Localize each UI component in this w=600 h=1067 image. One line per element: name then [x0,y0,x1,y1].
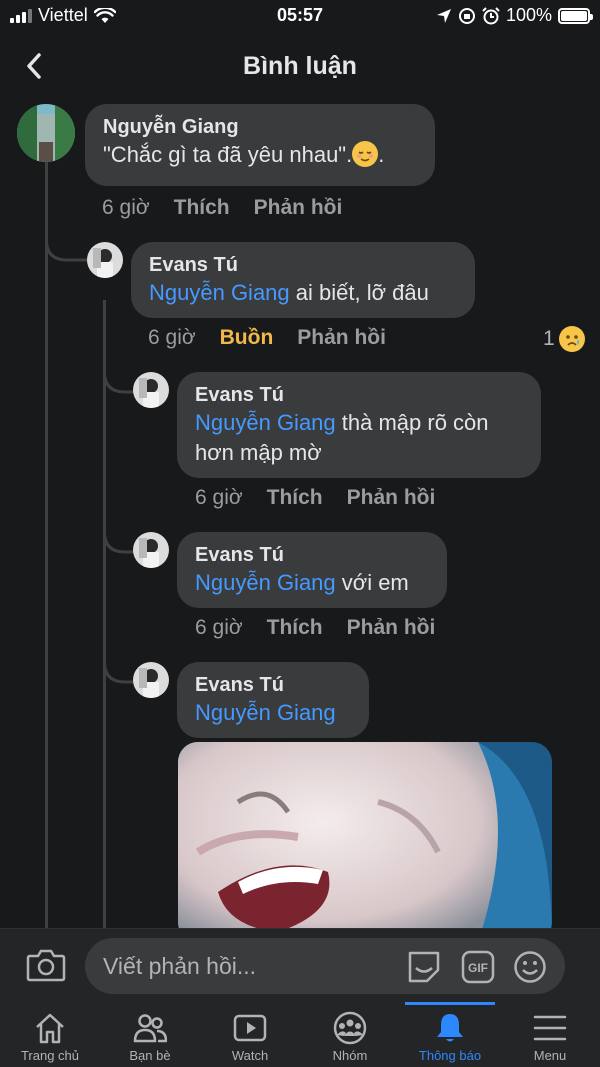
comment-text-line2: hơn mập mờ [195,440,322,465]
tab-label: Menu [533,1048,567,1063]
comment-actions: 6 giờ Thích Phản hồi [102,196,342,220]
battery-percent: 100% [505,5,552,25]
tab-friends[interactable]: Bạn bè [100,1002,200,1067]
comment-image[interactable] [178,742,552,928]
comment-author[interactable]: Evans Tú [195,382,523,408]
avatar[interactable] [17,104,75,162]
thread-connector [45,230,90,262]
comment-text: Nguyễn Giang ai biết, lỡ đâu [149,280,429,305]
gif-icon: GIF [461,950,495,984]
avatar[interactable] [133,532,169,568]
comment-time[interactable]: 6 giờ [102,196,150,220]
watch-icon [233,1014,267,1042]
tab-label: Thông báo [418,1048,482,1063]
tab-home[interactable]: Trang chủ [0,1002,100,1067]
bottom-tab-bar: Trang chủ Bạn bè Watch Nhóm Thông báo Me… [0,1002,600,1067]
tab-menu[interactable]: Menu [500,1002,600,1067]
groups-icon [333,1011,367,1045]
comment-author[interactable]: Evans Tú [195,672,351,698]
reply-button[interactable]: Phản hồi [347,486,436,510]
sticker-button[interactable] [407,950,441,984]
comments-list[interactable]: Nguyễn Giang "Chắc gì ta đã yêu nhau".. … [0,100,600,928]
reply-button[interactable]: Phản hồi [254,196,343,220]
avatar[interactable] [87,242,123,278]
tab-label: Bạn bè [129,1048,171,1063]
comment-author[interactable]: Nguyễn Giang [103,114,417,140]
smiley-icon [514,951,546,983]
bell-icon [437,1014,463,1042]
comment-actions: 6 giờ Thích Phản hồi [195,616,435,640]
comment-text: Nguyễn Giang với em [195,570,409,595]
tab-label: Nhóm [332,1048,368,1063]
reaction-summary[interactable]: 1 [543,326,585,352]
tab-label: Trang chủ [20,1048,80,1063]
comment-bubble[interactable]: Evans Tú Nguyễn Giang [177,662,369,738]
status-right: 100% [436,5,593,26]
page-title: Bình luận [243,52,357,80]
location-icon [436,8,451,23]
sad-face-icon [558,326,585,352]
like-button[interactable]: Thích [267,486,323,510]
reply-input[interactable]: Viết phản hồi... GIF [85,938,565,994]
comment-bubble[interactable]: Evans Tú Nguyễn Giang với em [177,532,447,608]
camera-button[interactable] [26,947,66,983]
tab-groups[interactable]: Nhóm [300,1002,400,1067]
comment-text: Nguyễn Giang thà mập rõ còn [195,410,489,435]
orientation-lock-icon [458,7,475,24]
thread-line [45,160,48,928]
comment-actions: 6 giờ Thích Phản hồi [195,486,435,510]
relieved-face-icon [352,141,379,167]
comment-time[interactable]: 6 giờ [148,326,196,350]
comment-time[interactable]: 6 giờ [195,616,243,640]
tab-label: Watch [231,1048,269,1063]
status-bar: Viettel 05:57 100% [0,0,600,32]
like-button[interactable]: Thích [267,616,323,640]
comment-text: "Chắc gì ta đã yêu nhau".. [103,141,385,167]
comment-time[interactable]: 6 giờ [195,486,243,510]
comment-author[interactable]: Evans Tú [149,252,457,278]
reply-composer: Viết phản hồi... GIF [0,928,600,1002]
mention-link[interactable]: Nguyễn Giang [149,280,290,305]
mention-link[interactable]: Nguyễn Giang [195,410,336,435]
home-icon [36,1013,64,1044]
reply-input-placeholder: Viết phản hồi... [103,953,257,979]
comment-text: Nguyễn Giang [195,698,351,728]
comment-bubble[interactable]: Nguyễn Giang "Chắc gì ta đã yêu nhau".. [85,104,435,186]
comment-bubble[interactable]: Evans Tú Nguyễn Giang ai biết, lỡ đâu [131,242,475,318]
alarm-icon [482,6,500,24]
comment-bubble[interactable]: Evans Tú Nguyễn Giang thà mập rõ còn hơn… [177,372,541,478]
gif-button[interactable]: GIF [461,950,495,984]
header: Bình luận [0,32,600,100]
reply-button[interactable]: Phản hồi [297,326,386,350]
menu-icon [533,1015,567,1041]
mention-link[interactable]: Nguyễn Giang [195,700,336,725]
avatar[interactable] [133,372,169,408]
svg-text:GIF: GIF [468,961,488,975]
reaction-button[interactable]: Buồn [220,326,274,350]
reaction-count: 1 [543,327,555,350]
battery-fill [561,10,587,21]
tab-watch[interactable]: Watch [200,1002,300,1067]
emoji-button[interactable] [513,950,547,984]
friends-icon [133,1014,167,1043]
like-button[interactable]: Thích [174,196,230,220]
avatar[interactable] [133,662,169,698]
comment-actions: 6 giờ Buồn Phản hồi [148,326,386,350]
reply-button[interactable]: Phản hồi [347,616,436,640]
tab-notifications[interactable]: Thông báo [400,1002,500,1067]
camera-icon [26,949,66,982]
comment-author[interactable]: Evans Tú [195,542,429,568]
battery-icon [558,7,593,24]
sticker-icon [408,951,440,983]
mention-link[interactable]: Nguyễn Giang [195,570,336,595]
